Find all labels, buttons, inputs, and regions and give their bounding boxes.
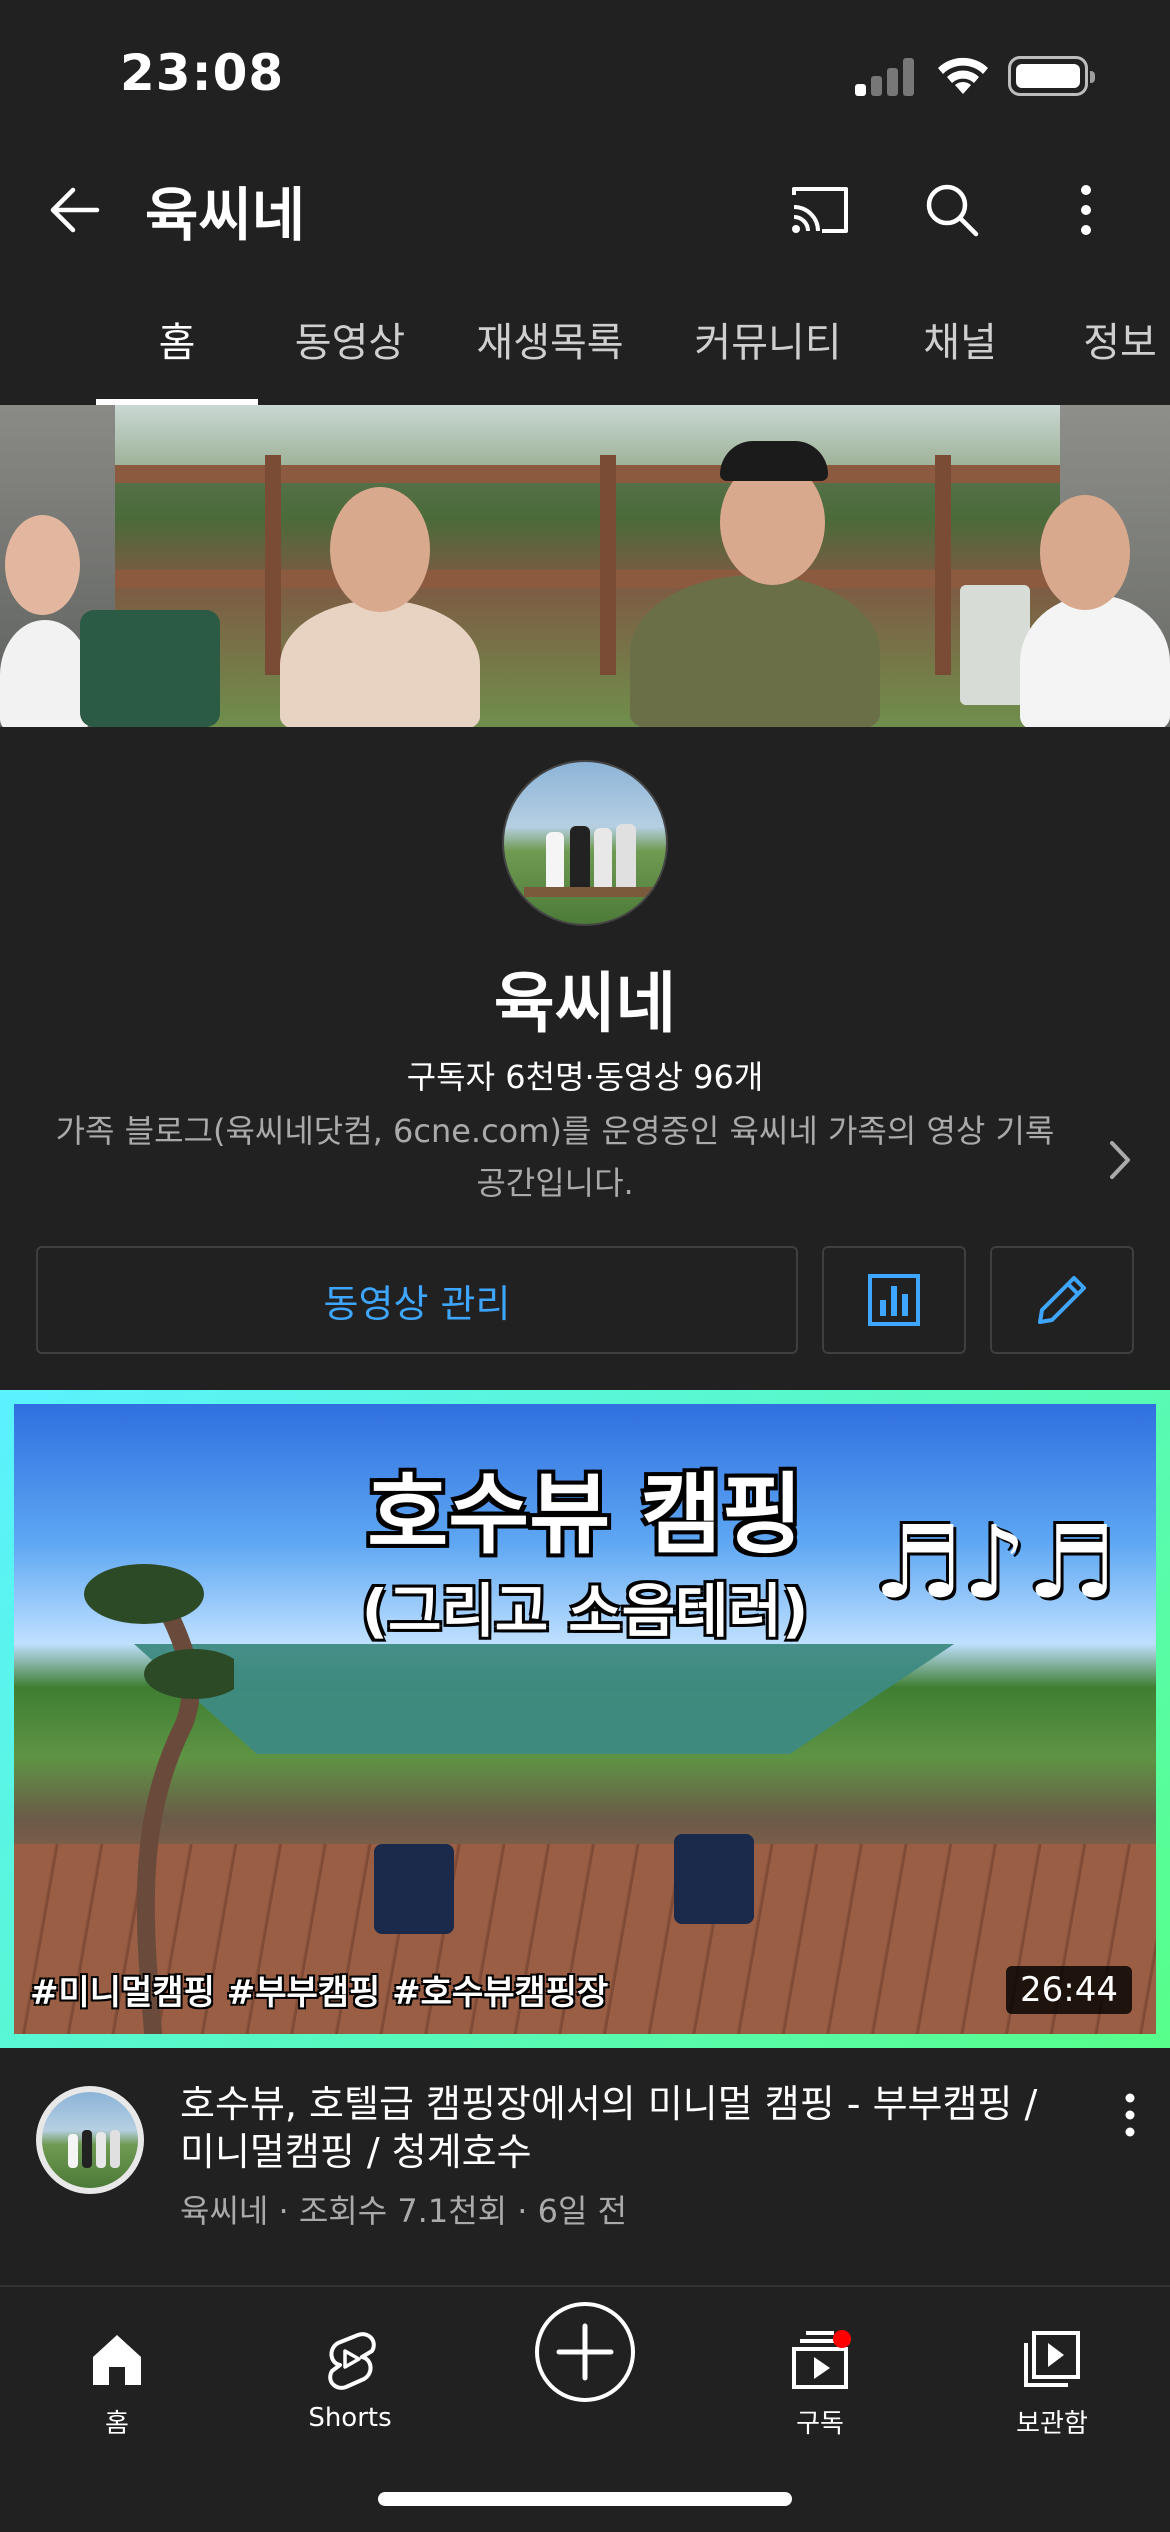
- video-metadata: 육씨네 · 조회수 7.1천회 · 6일 전: [180, 2192, 628, 2230]
- channel-banner: [0, 405, 1170, 727]
- more-vert-icon: [1081, 185, 1091, 235]
- channel-avatar: [502, 760, 668, 926]
- nav-subscriptions[interactable]: 구독: [735, 2307, 905, 2457]
- status-time: 23:08: [120, 44, 285, 102]
- search-icon: [926, 184, 979, 237]
- manage-videos-button[interactable]: 동영상 관리: [36, 1246, 798, 1354]
- tab-about[interactable]: 정보: [1060, 290, 1170, 405]
- plus-icon: [556, 2323, 614, 2381]
- battery-icon: [1008, 56, 1095, 96]
- arrow-back-icon: [50, 187, 100, 233]
- channel-name: 육씨네: [493, 965, 677, 1042]
- thumbnail-music-notes: ♬♪♬: [872, 1504, 1116, 1621]
- nav-shorts-label: Shorts: [308, 2403, 392, 2433]
- channel-stats: 구독자 6천명·동영상 96개: [406, 1058, 764, 1096]
- page-title: 육씨네: [145, 181, 306, 249]
- nav-home-label: 홈: [105, 2409, 129, 2439]
- create-button[interactable]: [535, 2302, 635, 2402]
- cast-button[interactable]: [780, 170, 860, 250]
- back-button[interactable]: [35, 170, 115, 250]
- channel-description[interactable]: 가족 블로그(육씨네닷컴, 6cne.com)를 운영중인 육씨네 가족의 영상…: [40, 1105, 1070, 1209]
- nav-shorts[interactable]: Shorts: [265, 2307, 435, 2457]
- nav-home[interactable]: 홈: [32, 2307, 202, 2457]
- shorts-icon: [328, 2332, 376, 2390]
- status-bar: 23:08: [0, 0, 1170, 150]
- more-options-button[interactable]: [1046, 170, 1126, 250]
- subscriptions-icon: [792, 2330, 851, 2389]
- home-indicator[interactable]: [378, 2492, 792, 2506]
- tab-channels[interactable]: 채널: [900, 290, 1020, 405]
- app-bar: 육씨네: [0, 150, 1170, 265]
- pencil-icon: [1038, 1276, 1086, 1324]
- nav-library-label: 보관함: [1016, 2409, 1088, 2439]
- cellular-signal-icon: [855, 58, 915, 96]
- channel-tabs: 홈 동영상 재생목록 커뮤니티 채널 정보: [0, 290, 1170, 405]
- more-vert-icon[interactable]: [1110, 2090, 1150, 2140]
- edit-channel-button[interactable]: [990, 1246, 1134, 1354]
- analytics-button[interactable]: [822, 1246, 966, 1354]
- tab-community[interactable]: 커뮤니티: [678, 290, 858, 405]
- analytics-icon: [868, 1274, 920, 1326]
- nav-subscriptions-label: 구독: [796, 2409, 844, 2439]
- chevron-right-icon[interactable]: [1100, 1135, 1140, 1185]
- home-icon: [93, 2335, 141, 2385]
- video-channel-avatar[interactable]: [36, 2086, 144, 2194]
- cast-icon: [792, 187, 848, 233]
- video-thumbnail[interactable]: 호수뷰 캠핑 (그리고 소음테러) ♬♪♬ #미니멀캠핑 #부부캠핑 #호수뷰캠…: [0, 1390, 1170, 2048]
- library-icon: [1024, 2331, 1080, 2387]
- video-title[interactable]: 호수뷰, 호텔급 캠핑장에서의 미니멀 캠핑 - 부부캠핑 / 미니멀캠핑 / …: [180, 2080, 1080, 2176]
- search-button[interactable]: [912, 170, 992, 250]
- tab-videos[interactable]: 동영상: [280, 290, 420, 405]
- tab-playlists[interactable]: 재생목록: [460, 290, 640, 405]
- tab-home[interactable]: 홈: [96, 290, 258, 405]
- wifi-icon: [938, 57, 988, 94]
- nav-library[interactable]: 보관함: [967, 2307, 1137, 2457]
- thumbnail-hashtags: #미니멀캠핑 #부부캠핑 #호수뷰캠핑장: [30, 1973, 609, 2013]
- video-duration: 26:44: [1006, 1966, 1132, 2014]
